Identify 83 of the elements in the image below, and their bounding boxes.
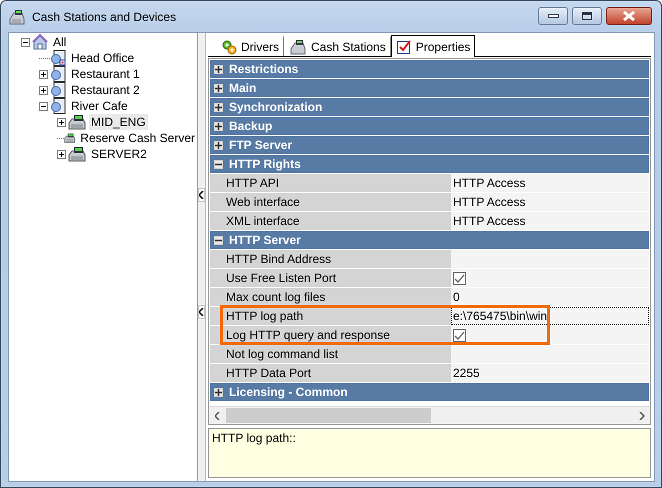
tree-item[interactable]: SERVER2	[89, 146, 149, 162]
checklist-icon	[396, 38, 412, 54]
property-name: HTTP API	[225, 175, 280, 192]
expand-button[interactable]	[57, 150, 66, 158]
plus-icon	[215, 142, 222, 148]
tree-item[interactable]: Head Office	[69, 50, 136, 66]
close-icon	[622, 10, 636, 20]
property-value[interactable]: HTTP Access	[451, 193, 649, 211]
property-value[interactable]: HTTP Access	[451, 212, 649, 230]
property-name: Web interface	[225, 194, 301, 211]
description-text: HTTP log path::	[212, 431, 297, 445]
property-name: HTTP log path	[225, 308, 304, 325]
maximize-button[interactable]	[572, 6, 602, 24]
plus-icon	[215, 122, 222, 130]
plus-icon	[215, 388, 222, 396]
tab[interactable]: Cash Stations	[284, 36, 391, 56]
chevron-left-icon	[199, 308, 204, 316]
scrollbar-thumb[interactable]	[226, 408, 431, 423]
site-marker-icon	[50, 98, 66, 114]
tree-item[interactable]: Reserve Cash Server	[78, 130, 197, 146]
cash-register-icon	[289, 38, 307, 54]
minus-icon	[40, 104, 47, 108]
plus-icon	[58, 152, 65, 156]
property-value[interactable]: 2255	[451, 364, 649, 382]
property-name: HTTP Data Port	[225, 365, 312, 382]
expand-button[interactable]	[39, 70, 48, 78]
tree-item[interactable]: Restaurant 1	[69, 66, 142, 82]
window-title: Cash Stations and Devices	[32, 10, 176, 24]
property-value[interactable]: e:\765475\bin\win	[451, 307, 649, 325]
tree-item[interactable]: MID_ENG	[89, 114, 148, 130]
collapse-button[interactable]	[39, 102, 48, 110]
chevron-left-icon	[199, 191, 204, 199]
tab[interactable]: Drivers	[216, 36, 284, 56]
category-header[interactable]: Restrictions	[210, 60, 649, 78]
category-header[interactable]: Synchronization	[210, 98, 649, 116]
category-header[interactable]: HTTP Rights	[210, 155, 649, 173]
minimize-icon	[548, 14, 558, 18]
property-value[interactable]: 0	[451, 288, 649, 306]
checkbox[interactable]	[453, 272, 466, 284]
property-name: XML interface	[225, 213, 301, 230]
property-name: Max count log files	[225, 289, 326, 306]
check-icon	[454, 330, 465, 340]
tab[interactable]: Properties	[390, 35, 476, 57]
category-header[interactable]: Backup	[210, 117, 649, 135]
checkbox[interactable]	[453, 328, 466, 342]
collapse-button[interactable]	[21, 38, 30, 46]
chevron-right-icon	[638, 412, 644, 420]
tree-item[interactable]: Restaurant 2	[69, 82, 142, 98]
site-marker-icon	[50, 82, 66, 98]
check-icon	[454, 274, 465, 282]
plus-icon	[215, 104, 222, 110]
plus-icon	[40, 72, 47, 76]
property-value[interactable]	[451, 326, 649, 344]
site-marker-icon	[50, 66, 66, 82]
cash-register-icon	[8, 8, 26, 24]
close-button[interactable]	[606, 6, 652, 24]
tree-item[interactable]: River Cafe	[69, 98, 130, 114]
minus-icon	[22, 40, 29, 44]
site-marker-icon	[50, 50, 66, 66]
category-header[interactable]: Licensing - Common	[210, 383, 649, 401]
property-name: Use Free Listen Port	[225, 270, 338, 287]
maximize-icon	[582, 12, 592, 20]
plus-icon	[58, 120, 65, 124]
collapse-left-button[interactable]	[198, 305, 205, 319]
plus-icon	[215, 66, 222, 72]
tree-item[interactable]: All	[51, 34, 68, 50]
property-name: HTTP Bind Address	[225, 251, 332, 268]
chevron-left-icon	[215, 412, 220, 420]
gears-icon	[221, 38, 237, 54]
expand-button[interactable]	[39, 86, 48, 94]
category-header[interactable]: Main	[210, 79, 649, 97]
category-header[interactable]: HTTP Server	[210, 231, 649, 249]
minus-icon	[215, 162, 222, 166]
category-header[interactable]: FTP Server	[210, 136, 649, 154]
plus-icon	[40, 88, 47, 92]
minus-icon	[215, 238, 222, 242]
minimize-button[interactable]	[538, 6, 568, 24]
property-value[interactable]: HTTP Access	[451, 174, 649, 192]
collapse-left-button[interactable]	[198, 188, 205, 202]
property-name: Not log command list	[225, 346, 340, 363]
property-name: Log HTTP query and response	[225, 327, 391, 344]
plus-icon	[215, 84, 222, 92]
expand-button[interactable]	[57, 118, 66, 126]
